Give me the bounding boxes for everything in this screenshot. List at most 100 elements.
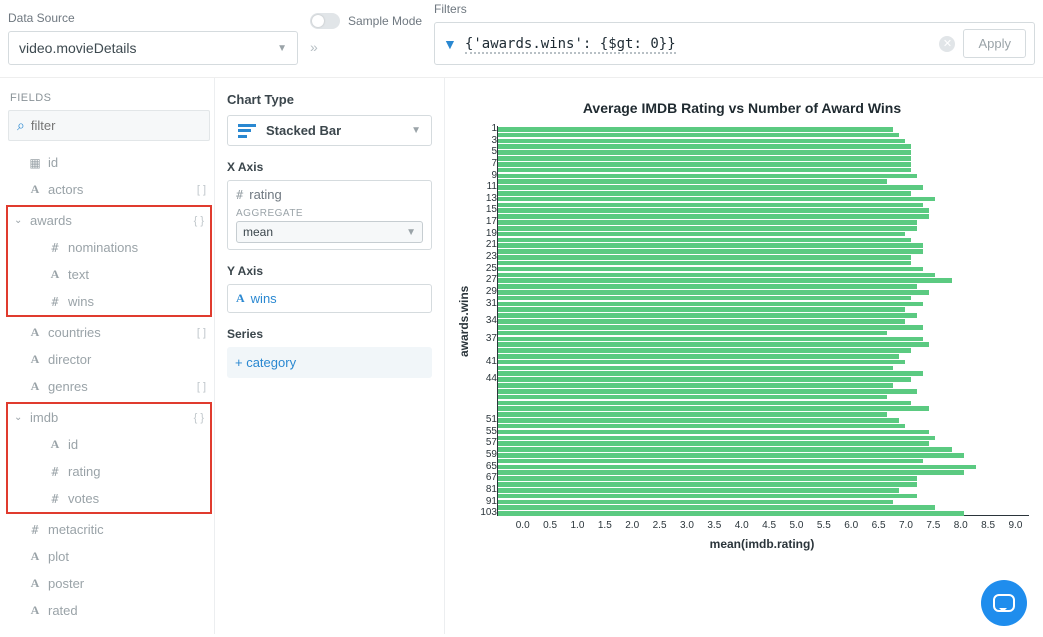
chart-ytick: 27 <box>486 274 497 285</box>
chart-bar <box>498 174 917 179</box>
fields-search[interactable]: ⌕ <box>8 110 210 141</box>
fields-filter-input[interactable] <box>31 118 201 133</box>
field-awards[interactable]: ⌄awards{ } <box>10 207 208 234</box>
chart-bar <box>498 354 899 359</box>
chart-bar <box>498 383 893 388</box>
series-add-category[interactable]: + category <box>227 347 432 378</box>
field-awards-nominations[interactable]: #nominations <box>28 234 208 261</box>
field-id[interactable]: ▦id <box>8 149 210 176</box>
yaxis-dropzone[interactable]: Awins <box>227 284 432 313</box>
funnel-icon: ▼ <box>443 36 457 52</box>
chart-bar <box>498 470 964 475</box>
chart-bar <box>498 331 887 336</box>
field-director[interactable]: Adirector <box>8 346 210 373</box>
stacked-bar-icon <box>238 124 256 138</box>
field-imdb[interactable]: ⌄imdb{ } <box>10 404 208 431</box>
apply-button[interactable]: Apply <box>963 29 1026 58</box>
chart-xtick: 4.5 <box>755 520 782 531</box>
chart-bar <box>498 150 911 155</box>
chart-bar <box>498 208 929 213</box>
chart-ytick: 59 <box>486 449 497 460</box>
chart-bar <box>498 179 887 184</box>
chart-xtick: 2.5 <box>646 520 673 531</box>
chart-bar <box>498 197 935 202</box>
chart-bar <box>498 453 964 458</box>
chart-bar <box>498 511 964 516</box>
chart-bar <box>498 249 923 254</box>
chart-xtick: 9.0 <box>1002 520 1029 531</box>
xaxis-dropzone[interactable]: #rating AGGREGATE mean▼ <box>227 180 432 250</box>
chart-ytick: 55 <box>486 426 497 437</box>
chart-ytick: 34 <box>486 315 497 326</box>
clear-filter-icon[interactable]: ✕ <box>939 36 955 52</box>
chart-plot-area <box>497 126 1029 516</box>
field-countries[interactable]: Acountries[ ] <box>8 319 210 346</box>
chat-bubble-icon <box>993 594 1015 612</box>
yaxis-field: wins <box>251 291 277 306</box>
chart-ytick: 19 <box>486 228 497 239</box>
chart-bar <box>498 325 923 330</box>
chart-bar <box>498 441 929 446</box>
field-metacritic[interactable]: #metacritic <box>8 516 210 543</box>
chart-bar <box>498 377 911 382</box>
chart-bar <box>498 319 905 324</box>
chart-xtick: 3.5 <box>701 520 728 531</box>
chart-ytick: 37 <box>486 333 497 344</box>
chart-bar <box>498 494 917 499</box>
chart-bar <box>498 255 911 260</box>
chart-bar <box>498 436 935 441</box>
chart-bar <box>498 290 929 295</box>
filters-label: Filters <box>434 2 1035 16</box>
chart-type-label: Chart Type <box>227 92 432 107</box>
chart-ytick: 51 <box>486 414 497 425</box>
chart-xtick: 0.5 <box>536 520 563 531</box>
field-plot[interactable]: Aplot <box>8 543 210 570</box>
chart-bar <box>498 337 923 342</box>
chart-bar <box>498 238 911 243</box>
field-imdb-votes[interactable]: #votes <box>28 485 208 512</box>
chart-ytick: 81 <box>486 484 497 495</box>
chart-ytick: 41 <box>486 356 497 367</box>
chart-bar <box>498 267 923 272</box>
chart-type-value: Stacked Bar <box>266 123 401 138</box>
chart-type-select[interactable]: Stacked Bar ▼ <box>227 115 432 146</box>
field-awards-wins[interactable]: #wins <box>28 288 208 315</box>
number-icon: # <box>236 188 243 202</box>
chart-bar <box>498 465 976 470</box>
chart-bar <box>498 348 911 353</box>
fields-header: FIELDS <box>10 92 210 104</box>
chart-bar <box>498 284 917 289</box>
chart-bar <box>498 144 911 149</box>
yaxis-label: Y Axis <box>227 264 432 278</box>
chart-xtick: 7.5 <box>920 520 947 531</box>
chart-xtick: 5.0 <box>783 520 810 531</box>
field-actors[interactable]: Aactors[ ] <box>8 176 210 203</box>
sample-mode-label: Sample Mode <box>348 14 422 28</box>
sample-mode-toggle[interactable] <box>310 13 340 29</box>
field-awards-text[interactable]: Atext <box>28 261 208 288</box>
field-genres[interactable]: Agenres[ ] <box>8 373 210 400</box>
chart-bar <box>498 162 911 167</box>
aggregate-select[interactable]: mean▼ <box>236 221 423 243</box>
chart-bar <box>498 232 905 237</box>
datasource-select[interactable]: video.movieDetails ▼ <box>8 31 298 65</box>
chart-xtick: 5.5 <box>810 520 837 531</box>
chart-bar <box>498 127 893 132</box>
field-imdb-id[interactable]: Aid <box>28 431 208 458</box>
chart-xtick: 6.0 <box>838 520 865 531</box>
chart-ytick: 65 <box>486 461 497 472</box>
chart-xtick: 1.0 <box>564 520 591 531</box>
pipeline-arrow-icon: » <box>310 39 422 65</box>
chart-bar <box>498 243 923 248</box>
chevron-down-icon: ▼ <box>277 43 287 54</box>
chart-bar <box>498 168 911 173</box>
field-imdb-rating[interactable]: #rating <box>28 458 208 485</box>
chart-bar <box>498 278 952 283</box>
string-icon: A <box>236 291 245 306</box>
field-rated[interactable]: Arated <box>8 597 210 624</box>
chart-xtick: 7.0 <box>892 520 919 531</box>
chart-bar <box>498 488 899 493</box>
field-poster[interactable]: Aposter <box>8 570 210 597</box>
help-chat-button[interactable] <box>981 580 1027 626</box>
filter-query-input[interactable]: {'awards.wins': {$gt: 0}} <box>465 36 932 52</box>
